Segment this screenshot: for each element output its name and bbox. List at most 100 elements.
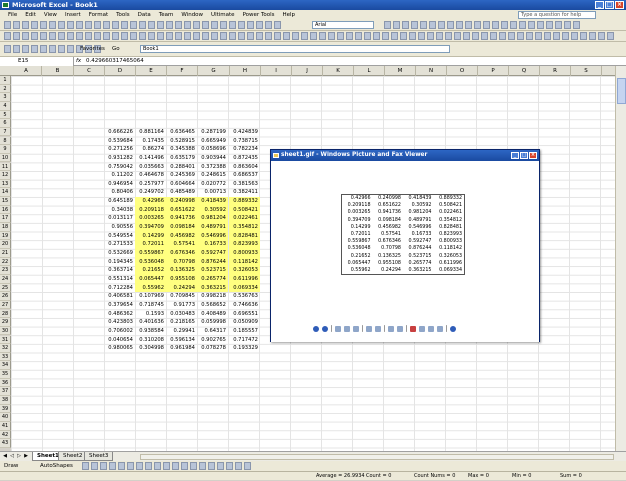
- cell-e32[interactable]: 0.304998: [135, 344, 166, 353]
- cell-h13[interactable]: 0.381563: [229, 180, 260, 189]
- cell-e19[interactable]: 0.14299: [135, 231, 166, 241]
- menu-window[interactable]: Window: [177, 12, 207, 18]
- column-header[interactable]: K: [323, 66, 354, 76]
- cell-d20[interactable]: 0.271533: [104, 240, 135, 249]
- row-header[interactable]: 23: [0, 266, 11, 275]
- next-sheet-icon[interactable]: ▷: [16, 453, 22, 460]
- cell-d32[interactable]: 0.980065: [104, 344, 135, 353]
- row-header[interactable]: 20: [0, 240, 11, 249]
- cell-g21[interactable]: 0.592747: [197, 249, 228, 258]
- formula-input[interactable]: 0.429660317465064: [86, 57, 144, 66]
- cell-f15[interactable]: 0.240998: [166, 197, 197, 206]
- cell-g13[interactable]: 0.020772: [197, 180, 228, 189]
- column-header[interactable]: P: [478, 66, 509, 76]
- cell-g31[interactable]: 0.902765: [197, 336, 228, 345]
- cell-f12[interactable]: 0.245369: [166, 171, 197, 180]
- cell-g12[interactable]: 0.248615: [197, 171, 228, 180]
- cell-d19[interactable]: 0.549554: [104, 232, 135, 241]
- column-header[interactable]: R: [540, 66, 571, 76]
- cell-g26[interactable]: 0.998218: [197, 292, 228, 301]
- maximize-button[interactable]: □: [605, 1, 614, 9]
- cell-d13[interactable]: 0.946954: [104, 180, 135, 189]
- row-header[interactable]: 32: [0, 344, 11, 353]
- cell-h21[interactable]: 0.800933: [229, 249, 260, 258]
- column-header[interactable]: H: [230, 66, 261, 76]
- cell-e26[interactable]: 0.107969: [135, 292, 166, 301]
- viewer-restore-button[interactable]: □: [520, 152, 528, 159]
- cell-h11[interactable]: 0.863604: [229, 163, 260, 172]
- cell-g28[interactable]: 0.408489: [197, 310, 228, 319]
- cell-h15[interactable]: 0.889332: [229, 197, 260, 206]
- cell-d17[interactable]: 0.013117: [104, 214, 135, 223]
- rotate-clockwise-icon[interactable]: [388, 325, 394, 332]
- cell-d8[interactable]: 0.539684: [104, 137, 135, 146]
- row-header[interactable]: 43: [0, 439, 11, 448]
- cell-h24[interactable]: 0.611996: [229, 274, 260, 284]
- save-icon[interactable]: [428, 325, 434, 332]
- menu-format[interactable]: Format: [85, 12, 112, 18]
- standard-toolbar-icons[interactable]: [4, 21, 281, 29]
- cell-d31[interactable]: 0.040654: [104, 336, 135, 345]
- cell-g7[interactable]: 0.287199: [197, 128, 228, 137]
- row-header[interactable]: 25: [0, 283, 11, 293]
- cell-d27[interactable]: 0.379654: [104, 301, 135, 310]
- scroll-thumb[interactable]: [617, 78, 626, 104]
- cell-h12[interactable]: 0.686537: [229, 171, 260, 180]
- row-header[interactable]: 38: [0, 396, 11, 405]
- cell-f11[interactable]: 0.288401: [166, 163, 197, 172]
- vertical-scrollbar[interactable]: [615, 66, 626, 451]
- row-header[interactable]: 33: [0, 352, 11, 362]
- row-header[interactable]: 34: [0, 361, 11, 371]
- column-header[interactable]: F: [167, 66, 198, 76]
- prev-sheet-icon[interactable]: ◁: [9, 453, 15, 460]
- cell-d16[interactable]: 0.34038: [104, 206, 135, 215]
- rotate-counterclockwise-icon[interactable]: [397, 325, 403, 332]
- column-header[interactable]: G: [198, 66, 230, 76]
- cell-d7[interactable]: 0.666226: [104, 128, 135, 137]
- go-menu[interactable]: Go: [112, 46, 120, 52]
- cell-f7[interactable]: 0.636465: [166, 128, 197, 137]
- cell-g19[interactable]: 0.546996: [197, 231, 228, 241]
- cell-f23[interactable]: 0.136325: [166, 266, 197, 275]
- row-header[interactable]: 11: [0, 162, 11, 172]
- cell-h31[interactable]: 0.717472: [229, 336, 260, 345]
- menu-file[interactable]: File: [4, 12, 21, 18]
- cell-d14[interactable]: 0.80406: [104, 188, 135, 197]
- cell-f9[interactable]: 0.345388: [166, 145, 197, 154]
- first-sheet-icon[interactable]: ◀: [2, 453, 8, 460]
- cell-g23[interactable]: 0.523715: [197, 266, 228, 275]
- zoom-out-icon[interactable]: [375, 325, 381, 332]
- row-header[interactable]: 31: [0, 335, 11, 345]
- edit-icon[interactable]: [437, 325, 443, 332]
- cell-d21[interactable]: 0.532669: [104, 249, 135, 258]
- cell-d22[interactable]: 0.194345: [104, 258, 135, 267]
- cell-h32[interactable]: 0.193329: [229, 344, 260, 353]
- cell-h22[interactable]: 0.118142: [229, 257, 260, 267]
- cell-d28[interactable]: 0.486362: [104, 310, 135, 319]
- cell-h19[interactable]: 0.828481: [229, 231, 260, 241]
- row-header[interactable]: 26: [0, 292, 11, 301]
- cell-h16[interactable]: 0.508421: [229, 205, 260, 215]
- cell-e21[interactable]: 0.559867: [135, 249, 166, 258]
- cell-e30[interactable]: 0.938584: [135, 327, 166, 336]
- row-header[interactable]: 16: [0, 205, 11, 215]
- row-header[interactable]: 39: [0, 404, 11, 414]
- row-header[interactable]: 7: [0, 127, 11, 137]
- row-header[interactable]: 1: [0, 76, 11, 85]
- cell-f30[interactable]: 0.29941: [166, 327, 197, 336]
- cell-e18[interactable]: 0.394709: [135, 223, 166, 232]
- autoshapes-menu[interactable]: AutoShapes: [40, 461, 73, 471]
- cell-g14[interactable]: 0.00713: [197, 188, 228, 197]
- cell-f26[interactable]: 0.709845: [166, 292, 197, 301]
- cell-e24[interactable]: 0.065447: [135, 274, 166, 284]
- name-box[interactable]: E15: [0, 57, 74, 66]
- column-header[interactable]: D: [105, 66, 136, 76]
- cell-g27[interactable]: 0.568652: [197, 301, 228, 310]
- delete-icon[interactable]: [410, 325, 416, 332]
- cell-g22[interactable]: 0.876244: [197, 257, 228, 267]
- cell-d29[interactable]: 0.423803: [104, 318, 135, 327]
- column-header[interactable]: L: [354, 66, 385, 76]
- cell-d15[interactable]: 0.645189: [104, 197, 135, 206]
- row-header[interactable]: 17: [0, 214, 11, 223]
- cell-g20[interactable]: 0.16733: [197, 240, 228, 249]
